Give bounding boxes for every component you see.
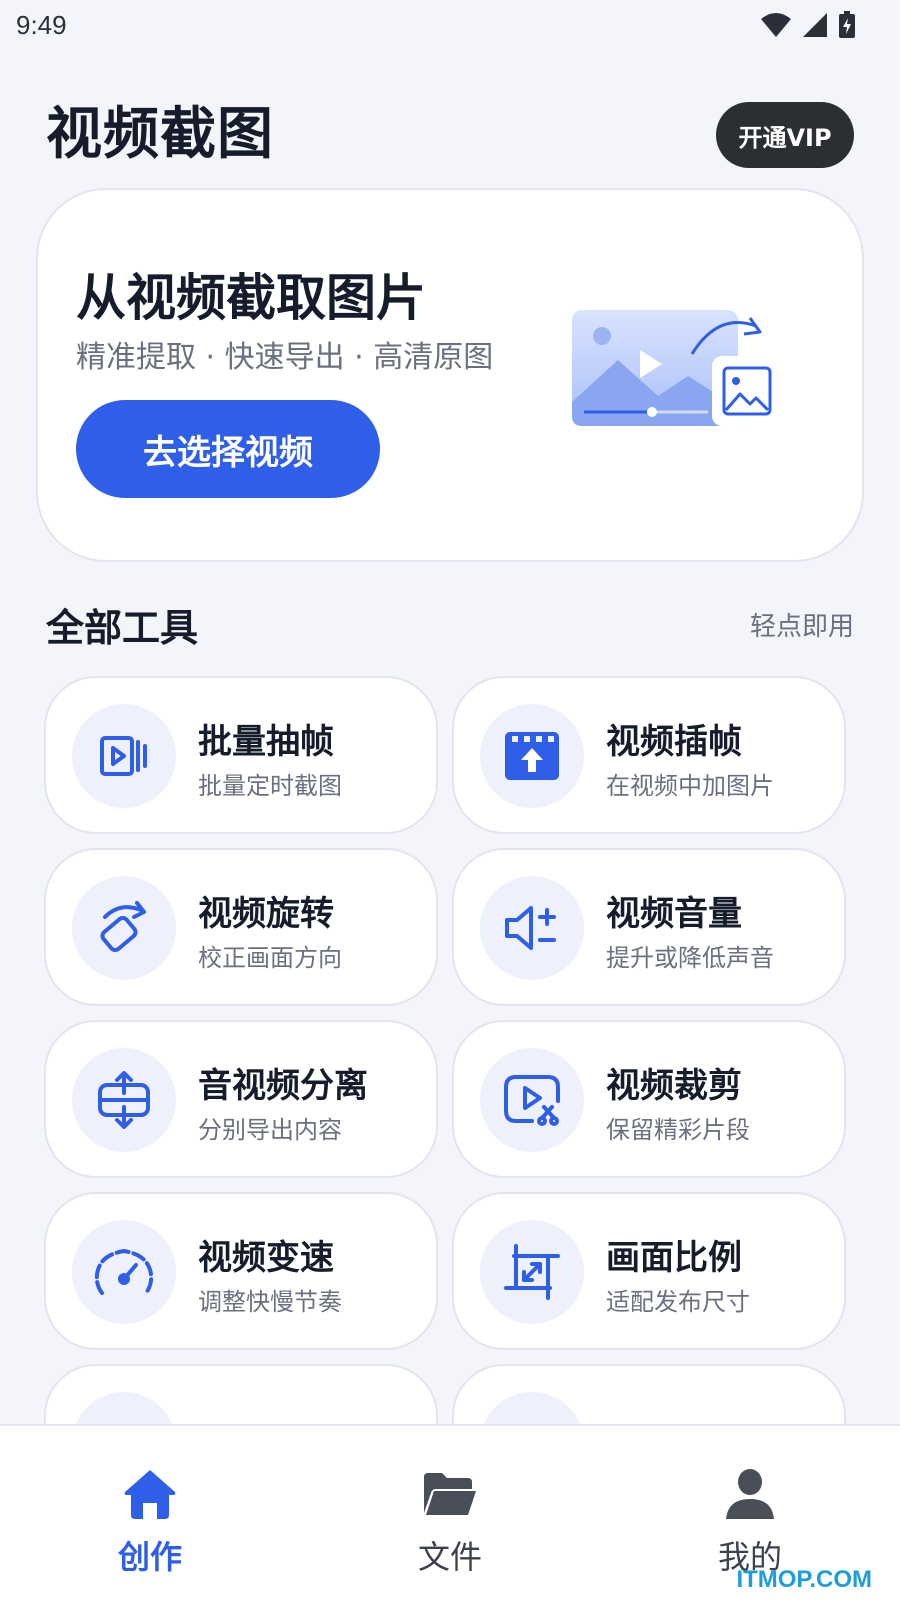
nav-label: 文件 — [417, 1538, 482, 1576]
status-icons — [760, 11, 856, 39]
page-title: 视频截图 — [46, 101, 274, 167]
tool-title: 视频旋转 — [198, 894, 334, 934]
status-time: 9:49 — [16, 9, 67, 40]
tools-section-header: 全部工具 轻点即用 — [46, 596, 854, 652]
signal-icon — [803, 13, 827, 37]
video-to-image-illustration — [572, 310, 782, 426]
status-bar: 9:49 — [0, 0, 900, 50]
nav-label: 创作 — [117, 1538, 182, 1576]
tool-subtitle: 批量定时截图 — [198, 772, 342, 800]
wifi-icon — [761, 13, 791, 37]
tool-title: 音视频分离 — [198, 1066, 368, 1106]
volume-icon — [505, 906, 556, 950]
tool-card-av-split[interactable]: 音视频分离 分别导出内容 — [44, 1020, 438, 1178]
rotate-icon — [100, 901, 146, 953]
tools-grid: 批量抽帧 批量定时截图 视频插帧 在视频中加图片 视频旋转 校正画面方向 视频音… — [44, 676, 856, 1424]
tool-title: 视频变速 — [198, 1238, 334, 1278]
tool-subtitle: 适配发布尺寸 — [606, 1288, 750, 1316]
tool-subtitle: 在视频中加图片 — [606, 772, 774, 800]
tool-card-aspect-ratio[interactable]: 画面比例 适配发布尺寸 — [452, 1192, 846, 1350]
nav-item-create[interactable]: 创作 — [0, 1426, 300, 1600]
header: 视频截图 开通VIP — [46, 88, 854, 170]
hero-card: 从视频截取图片 精准提取 · 快速导出 · 高清原图 去选择视频 — [36, 188, 864, 562]
folder-icon — [424, 1473, 476, 1515]
hero-subtitle: 精准提取 · 快速导出 · 高清原图 — [76, 340, 494, 375]
vip-button[interactable]: 开通VIP — [716, 102, 854, 168]
tool-subtitle: 分别导出内容 — [198, 1116, 342, 1144]
watermark: ITMOP.COM — [736, 1566, 872, 1593]
section-hint: 轻点即用 — [749, 611, 854, 642]
tool-title: 视频裁剪 — [606, 1066, 742, 1106]
hero-title: 从视频截取图片 — [76, 269, 426, 327]
tool-card-video-cut[interactable]: 视频裁剪 保留精彩片段 — [452, 1020, 846, 1178]
tool-title: 视频插帧 — [606, 722, 742, 762]
tool-title: 批量抽帧 — [198, 722, 334, 762]
frame-extract-icon — [100, 736, 147, 776]
tool-card-frame-insert[interactable]: 视频插帧 在视频中加图片 — [452, 676, 846, 834]
tool-subtitle: 校正画面方向 — [198, 944, 342, 972]
tool-card-batch-frames[interactable]: 批量抽帧 批量定时截图 — [44, 676, 438, 834]
user-icon — [726, 1469, 774, 1519]
tool-card-speed[interactable]: 视频变速 调整快慢节奏 — [44, 1192, 438, 1350]
tool-subtitle: 保留精彩片段 — [606, 1116, 750, 1144]
select-video-button[interactable]: 去选择视频 — [76, 400, 380, 498]
tool-card-volume[interactable]: 视频音量 提升或降低声音 — [452, 848, 846, 1006]
battery-icon — [839, 11, 855, 38]
tool-card-partial[interactable] — [44, 1364, 438, 1424]
frame-insert-icon — [505, 732, 559, 780]
tool-title: 视频音量 — [606, 894, 742, 934]
section-title: 全部工具 — [46, 605, 199, 650]
tool-card-rotate[interactable]: 视频旋转 校正画面方向 — [44, 848, 438, 1006]
nav-item-files[interactable]: 文件 — [300, 1426, 600, 1600]
split-icon — [98, 1071, 150, 1129]
video-cut-icon — [504, 1075, 560, 1126]
speed-icon — [94, 1249, 154, 1295]
aspect-ratio-icon — [504, 1244, 560, 1300]
tool-card-partial[interactable] — [452, 1364, 846, 1424]
home-icon — [124, 1470, 176, 1519]
tool-subtitle: 调整快慢节奏 — [198, 1288, 342, 1316]
tool-subtitle: 提升或降低声音 — [606, 944, 774, 972]
tool-title: 画面比例 — [606, 1238, 742, 1278]
